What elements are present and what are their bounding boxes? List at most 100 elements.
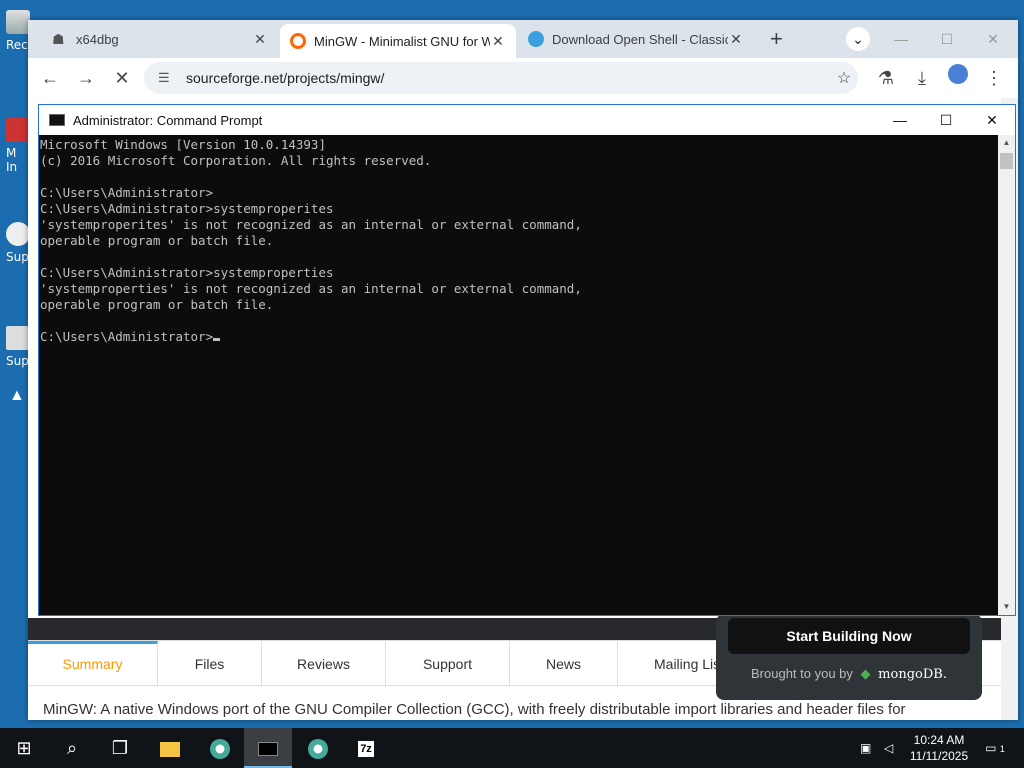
mongodb-logo[interactable]: mongoDB.: [878, 667, 947, 682]
plus-icon: +: [770, 26, 783, 51]
back-button[interactable]: ←: [36, 64, 64, 92]
labs-button[interactable]: ⚗: [872, 64, 900, 92]
notification-center-button[interactable]: ▭ 1: [980, 728, 1010, 768]
minimize-button[interactable]: —: [878, 24, 924, 54]
volume-muted-icon[interactable]: ◁: [884, 728, 904, 768]
start-button[interactable]: ⊞: [0, 728, 48, 768]
7zip-icon: 7z: [358, 741, 374, 758]
tab-x64dbg[interactable]: ☗ x64dbg ✕: [42, 24, 278, 54]
flask-icon: ⚗: [877, 68, 895, 88]
console-line: (c) 2016 Microsoft Corporation. All righ…: [40, 153, 432, 168]
console-line: operable program or batch file.: [40, 297, 274, 312]
desktop-icon-label: Rec: [6, 38, 28, 52]
desktop-icon-label: Sup: [6, 354, 29, 368]
console-line: Microsoft Windows [Version 10.0.14393]: [40, 137, 326, 152]
command-prompt-window: Administrator: Command Prompt — ☐ ✕ Micr…: [38, 104, 1016, 616]
url-text: sourceforge.net/projects/mingw/: [186, 70, 385, 86]
scroll-thumb[interactable]: [1000, 153, 1013, 169]
desktop-icon-label: Sup: [6, 250, 29, 264]
support-icon: [6, 222, 30, 246]
forward-arrow-icon: →: [77, 68, 95, 88]
cmd-minimize-button[interactable]: —: [877, 105, 923, 135]
scroll-down-icon[interactable]: ▼: [998, 599, 1015, 615]
clock[interactable]: 10:24 AM 11/11/2025: [906, 732, 972, 764]
profile-button[interactable]: [944, 64, 972, 92]
tab-support[interactable]: Support: [386, 641, 510, 687]
tab-summary[interactable]: Summary: [28, 641, 158, 687]
clock-time: 10:24 AM: [913, 733, 965, 747]
console-line: 'systemproperties' is not recognized as …: [40, 281, 582, 296]
task-view-icon: ❐: [111, 738, 129, 758]
folder-icon: [160, 741, 180, 757]
bug-icon: ☗: [52, 31, 65, 47]
chrome-icon: [308, 739, 328, 760]
site-info-icon[interactable]: ☰: [158, 70, 178, 86]
tab-strip: ☗ x64dbg ✕ MinGW - Minimalist GNU for W …: [28, 20, 1018, 58]
task-view-button[interactable]: ❐: [96, 728, 144, 768]
menu-button[interactable]: ⋮: [980, 64, 1008, 92]
scroll-up-icon[interactable]: ▲: [998, 135, 1015, 151]
tab-reviews[interactable]: Reviews: [262, 641, 386, 687]
console-prompt-line: C:\Users\Administrator>: [40, 329, 999, 345]
stop-button[interactable]: ✕: [108, 64, 136, 92]
console-line: operable program or batch file.: [40, 233, 274, 248]
tab-title: Download Open Shell - Classic: [552, 31, 728, 47]
terminal-icon: [258, 742, 278, 757]
address-bar[interactable]: ☰ sourceforge.net/projects/mingw/ ☆: [144, 62, 858, 94]
close-tab-icon[interactable]: ✕: [490, 33, 506, 50]
console-line: C:\Users\Administrator>systemproperites: [40, 201, 334, 216]
console-output[interactable]: Microsoft Windows [Version 10.0.14393] (c…: [39, 135, 999, 615]
close-window-button[interactable]: ✕: [970, 24, 1016, 54]
search-button[interactable]: ⌕: [48, 728, 96, 768]
tab-open-shell[interactable]: Download Open Shell - Classic ✕: [518, 24, 754, 54]
start-building-button[interactable]: Start Building Now: [728, 618, 970, 654]
brought-by-text: Brought to you by: [751, 666, 853, 681]
file-explorer-button[interactable]: [146, 728, 194, 768]
sponsor-promo: Start Building Now Brought to you by ◆ m…: [716, 614, 982, 700]
browser-taskbar-button[interactable]: [196, 728, 244, 768]
network-icon[interactable]: ▣: [860, 728, 880, 768]
7zip-taskbar-button[interactable]: 7z: [342, 728, 390, 768]
cmd-window-title: Administrator: Command Prompt: [73, 112, 263, 128]
cmd-maximize-button[interactable]: ☐: [923, 105, 969, 135]
cmd-close-button[interactable]: ✕: [969, 105, 1015, 135]
support-icon: [6, 326, 30, 350]
downloads-button[interactable]: ⤓: [908, 64, 936, 92]
leaf-icon: ◆: [860, 666, 871, 681]
shell-icon: [528, 31, 544, 47]
browser-taskbar-button-2[interactable]: [294, 728, 342, 768]
download-icon: ⤓: [918, 68, 926, 88]
bookmark-star-icon[interactable]: ☆: [830, 68, 858, 88]
desktop-icon-label: M In: [6, 146, 18, 174]
cmd-taskbar-button[interactable]: [244, 728, 292, 768]
recycle-bin-icon: [6, 10, 30, 34]
sourceforge-icon: [290, 33, 306, 49]
tab-mingw[interactable]: MinGW - Minimalist GNU for W ✕: [280, 24, 516, 58]
tab-news[interactable]: News: [510, 641, 618, 687]
sponsor-line: Brought to you by ◆ mongoDB.: [716, 666, 982, 682]
notification-icon: ▭: [985, 741, 997, 755]
project-description: MinGW: A native Windows port of the GNU …: [43, 701, 906, 718]
chevron-down-icon: ⌄: [846, 27, 870, 51]
console-line: C:\Users\Administrator>: [40, 185, 214, 200]
maximize-button[interactable]: ☐: [924, 24, 970, 54]
cmd-scrollbar[interactable]: ▲ ▼: [998, 135, 1015, 615]
taskbar: ⊞ ⌕ ❐ 7z ▣ ◁ 10:24 AM 11/11/2025 ▭ 1: [0, 728, 1024, 768]
new-tab-button[interactable]: +: [760, 24, 790, 54]
forward-button[interactable]: →: [72, 64, 100, 92]
close-tab-icon[interactable]: ✕: [252, 31, 268, 48]
tab-search-button[interactable]: ⌄: [844, 24, 872, 54]
clock-date: 11/11/2025: [909, 749, 969, 763]
console-line: 'systemproperites' is not recognized as …: [40, 217, 582, 232]
more-vert-icon: ⋮: [985, 68, 1003, 88]
cmd-title-bar[interactable]: Administrator: Command Prompt — ☐ ✕: [39, 105, 1015, 135]
close-icon: ✕: [114, 68, 130, 88]
chrome-icon: [210, 739, 230, 760]
windows-logo-icon: ⊞: [16, 738, 32, 758]
tab-title: MinGW - Minimalist GNU for W: [314, 33, 490, 49]
search-icon: ⌕: [66, 738, 78, 758]
tab-files[interactable]: Files: [158, 641, 262, 687]
close-tab-icon[interactable]: ✕: [728, 31, 744, 48]
